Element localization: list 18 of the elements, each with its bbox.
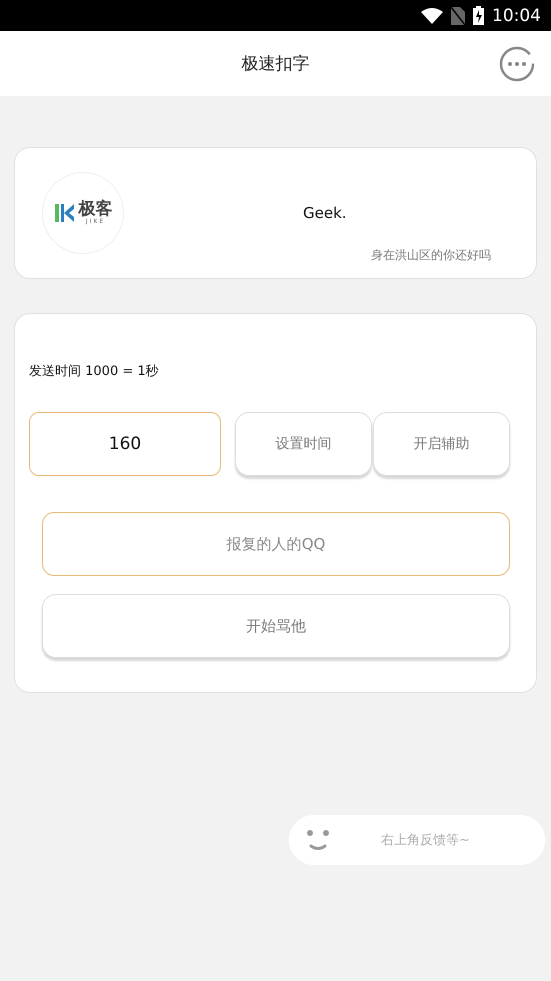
interval-hint: 发送时间 1000 = 1秒 xyxy=(29,363,160,380)
greeting-text: 身在洪山区的你还好吗 xyxy=(371,247,491,264)
wifi-icon xyxy=(421,8,443,24)
more-icon[interactable] xyxy=(499,46,535,82)
user-name: Geek. xyxy=(303,204,347,222)
feedback-text: 右上角反馈等~ xyxy=(381,832,470,849)
interval-field[interactable]: 160 xyxy=(29,412,221,476)
start-button[interactable]: 开始骂他 xyxy=(42,594,510,658)
logo-mark-icon xyxy=(54,202,76,224)
no-sim-icon xyxy=(451,6,465,24)
qq-field[interactable]: 报复的人的QQ xyxy=(42,512,510,576)
page-title: 极速扣字 xyxy=(242,53,310,75)
logo-text: 极客 xyxy=(78,201,112,218)
action-button[interactable]: 开启辅助 xyxy=(373,412,510,476)
action-button[interactable]: 设置时间 xyxy=(235,412,372,476)
battery-icon xyxy=(473,6,484,25)
smiley-icon xyxy=(305,828,331,852)
status-time: 10:04 xyxy=(492,6,541,26)
